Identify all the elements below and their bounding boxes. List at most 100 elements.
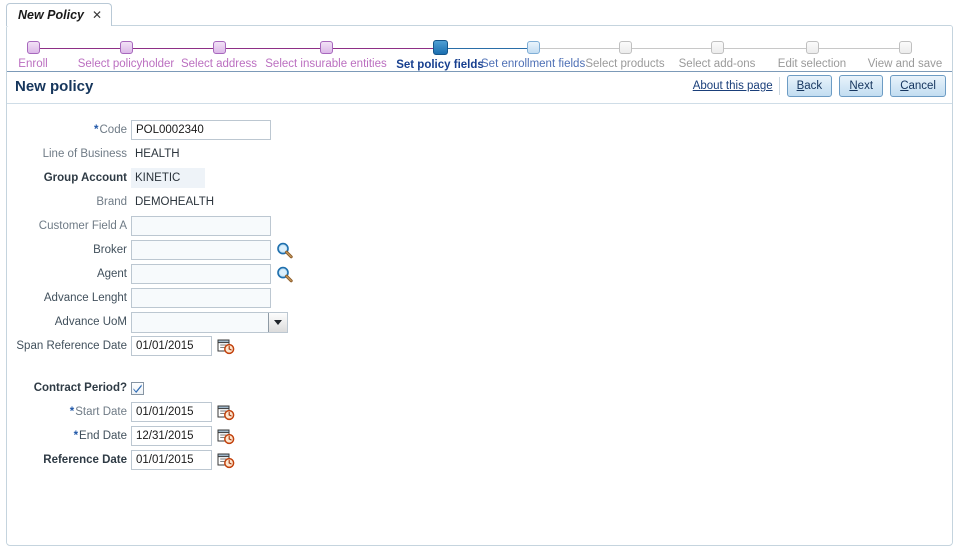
field-label-advance-lenght: Advance Lenght xyxy=(7,292,131,304)
train-step-label: Select address xyxy=(180,58,258,70)
form-row: Group Account KINETIC xyxy=(7,166,952,190)
train-step-select-products[interactable]: Select products xyxy=(579,41,671,71)
train-connector xyxy=(326,48,440,49)
back-button-accel: B xyxy=(796,80,805,92)
train-connector xyxy=(219,48,326,49)
page-title: New policy xyxy=(15,78,94,95)
tab-strip: New Policy ✕ xyxy=(0,0,959,26)
field-label-text: Agent xyxy=(96,268,127,280)
train-step-enroll[interactable]: Enroll xyxy=(7,41,61,71)
value-brand: DEMOHEALTH xyxy=(135,196,215,208)
select-advance-uom[interactable] xyxy=(131,311,288,333)
tab-new-policy[interactable]: New Policy ✕ xyxy=(6,3,113,26)
field-label-text: Advance UoM xyxy=(54,316,127,328)
field-label-text: Advance Lenght xyxy=(43,292,127,304)
date-input-end-date[interactable]: 12/31/2015 xyxy=(131,426,212,446)
date-input-span-reference-date[interactable]: 01/01/2015 xyxy=(131,336,212,356)
back-button[interactable]: Back xyxy=(786,75,833,97)
about-this-page-link[interactable]: About this page xyxy=(693,77,780,95)
field-value-reference-date: 01/01/2015 xyxy=(131,450,235,470)
form-row: Advance Lenght xyxy=(7,286,952,310)
calendar-icon[interactable] xyxy=(217,338,235,355)
form-row: Advance UoM xyxy=(7,310,952,334)
header-actions: About this page Back Next Cancel xyxy=(693,75,946,97)
page-header: New policy About this page Back Next Can… xyxy=(7,72,952,104)
train-step-select-insurable-entities[interactable]: Select insurable entities xyxy=(263,41,389,71)
checkbox-contract-period[interactable] xyxy=(131,381,144,395)
calendar-icon[interactable] xyxy=(217,428,235,445)
train-connector xyxy=(812,48,905,49)
train-connector xyxy=(625,48,717,49)
select-value-advance-uom xyxy=(132,313,268,332)
train-step-label: View and save xyxy=(867,58,943,70)
field-label-text: Code xyxy=(99,124,128,136)
field-label-text: Brand xyxy=(96,196,127,208)
next-button-accel: N xyxy=(849,80,858,92)
cancel-button-label: ancel xyxy=(908,80,937,92)
train-connector xyxy=(717,48,812,49)
train-step-set-policy-fields[interactable]: Set policy fields xyxy=(387,40,493,72)
field-value-broker xyxy=(131,240,293,260)
form-row: Brand DEMOHEALTH xyxy=(7,190,952,214)
input-agent[interactable] xyxy=(131,264,271,284)
input-broker[interactable] xyxy=(131,240,271,260)
date-input-start-date[interactable]: 01/01/2015 xyxy=(131,402,212,422)
form-row: *Start Date 01/01/2015 xyxy=(7,400,952,424)
train-step-select-add-ons[interactable]: Select add-ons xyxy=(674,41,760,71)
train-step-select-address[interactable]: Select address xyxy=(175,41,263,71)
field-label-text: Line of Business xyxy=(42,148,127,160)
required-marker: * xyxy=(94,124,99,136)
train-step-node[interactable] xyxy=(26,41,40,54)
train-step-node[interactable] xyxy=(898,41,912,54)
field-label-span-reference-date: Span Reference Date xyxy=(7,340,131,352)
train-step-node[interactable] xyxy=(526,41,540,54)
calendar-icon[interactable] xyxy=(217,404,235,421)
input-customer-field-a[interactable] xyxy=(131,216,271,236)
field-label-text: Broker xyxy=(93,244,127,256)
train-step-node[interactable] xyxy=(212,41,226,54)
field-label-group-account: Group Account xyxy=(7,172,131,184)
train-step-node[interactable] xyxy=(805,41,819,54)
train-step-node[interactable] xyxy=(710,41,724,54)
form-row: *End Date 12/31/2015 xyxy=(7,424,952,448)
calendar-icon[interactable] xyxy=(217,452,235,469)
form-row: Reference Date 01/01/2015 xyxy=(7,448,952,472)
field-label-brand: Brand xyxy=(7,196,131,208)
cancel-button[interactable]: Cancel xyxy=(890,75,946,97)
cancel-button-accel: C xyxy=(900,80,909,92)
train-step-label: Set policy fields xyxy=(396,59,484,71)
date-input-reference-date[interactable]: 01/01/2015 xyxy=(131,450,212,470)
field-label-agent: Agent xyxy=(7,268,131,280)
train-step-select-policyholder[interactable]: Select policyholder xyxy=(74,41,178,71)
field-label-code: *Code xyxy=(7,124,131,136)
field-value-customer-field-a xyxy=(131,216,271,236)
field-value-start-date: 01/01/2015 xyxy=(131,402,235,422)
search-icon[interactable] xyxy=(276,266,293,283)
input-advance-lenght[interactable] xyxy=(131,288,271,308)
close-icon[interactable]: ✕ xyxy=(92,9,102,21)
required-marker: * xyxy=(69,406,75,418)
train-step-node[interactable] xyxy=(618,41,632,54)
train-step-view-and-save[interactable]: View and save xyxy=(858,41,952,71)
form-row: Span Reference Date 01/01/2015 xyxy=(7,334,952,358)
field-label-customer-field-a: Customer Field A xyxy=(7,220,131,232)
input-code[interactable]: POL0002340 xyxy=(131,120,271,140)
train-step-label: Select insurable entities xyxy=(265,58,387,70)
train-step-node[interactable] xyxy=(432,40,448,55)
form-row: Customer Field A xyxy=(7,214,952,238)
search-icon[interactable] xyxy=(276,242,293,259)
next-button[interactable]: Next xyxy=(839,75,884,97)
wizard-train: Enroll Select policyholder Select address S… xyxy=(7,26,952,72)
train-step-node[interactable] xyxy=(319,41,333,54)
train-step-node[interactable] xyxy=(119,41,133,54)
check-icon xyxy=(133,383,142,393)
form-row: *Code POL0002340 xyxy=(7,118,952,142)
train-step-edit-selection[interactable]: Edit selection xyxy=(770,41,854,71)
field-value-brand: DEMOHEALTH xyxy=(131,192,218,212)
next-button-label: ext xyxy=(857,80,874,92)
field-label-text: Span Reference Date xyxy=(16,340,127,352)
chevron-down-icon[interactable] xyxy=(268,312,287,332)
train-connector xyxy=(33,48,126,49)
field-value-line-of-business: HEALTH xyxy=(131,144,184,164)
train-step-set-enrollment-fields[interactable]: Set enrollment fields xyxy=(481,41,585,71)
